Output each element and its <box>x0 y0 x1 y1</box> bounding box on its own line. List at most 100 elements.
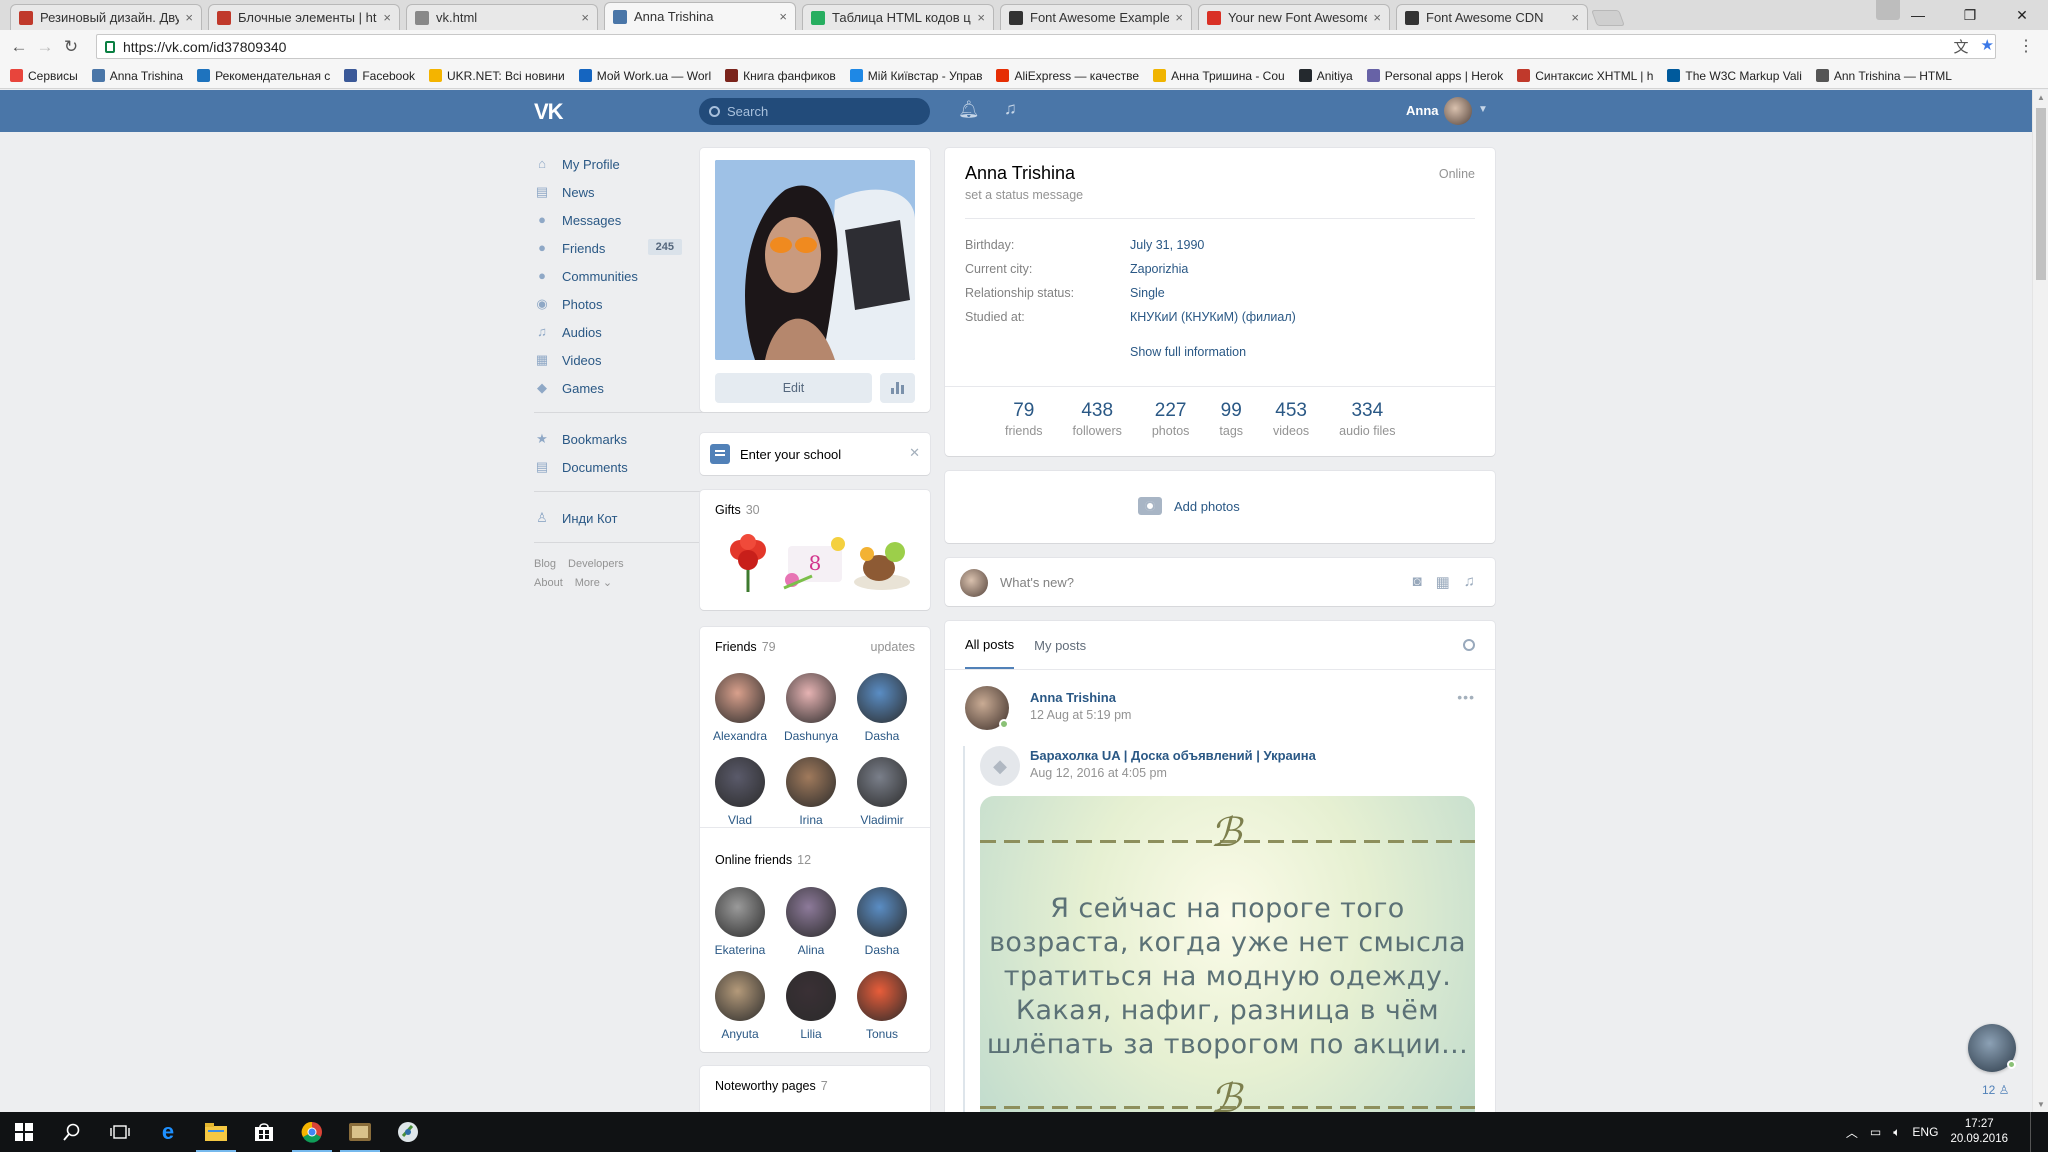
forward-button[interactable]: → <box>32 37 58 57</box>
editor-icon[interactable] <box>384 1112 432 1152</box>
info-value[interactable]: July 31, 1990 <box>1130 238 1204 252</box>
friend-item[interactable]: Anyuta <box>710 971 770 1041</box>
sidebar-item[interactable]: ★ Bookmarks <box>534 425 694 453</box>
footer-developers-link[interactable]: Developers <box>568 558 624 570</box>
stats-button[interactable] <box>880 373 915 403</box>
new-tab-button[interactable] <box>1591 10 1625 26</box>
camera-icon[interactable]: ◙ <box>1413 573 1422 591</box>
profile-counter[interactable]: 334 audio files <box>1339 400 1395 438</box>
friends-title[interactable]: Friends 79 <box>715 640 776 654</box>
app-icon[interactable] <box>336 1112 384 1152</box>
sidebar-item[interactable]: ◉ Photos <box>534 290 694 318</box>
browser-tab[interactable]: Таблица HTML кодов цв × <box>802 4 994 30</box>
footer-about-link[interactable]: About <box>534 577 563 589</box>
friends-updates-link[interactable]: updates <box>871 640 915 654</box>
more-icon[interactable]: ••• <box>1457 689 1475 705</box>
footer-blog-link[interactable]: Blog <box>534 558 556 570</box>
header-user-name[interactable]: Anna <box>1406 103 1439 118</box>
edit-profile-button[interactable]: Edit <box>715 373 872 403</box>
friend-item[interactable]: Irina <box>781 757 841 827</box>
friend-item[interactable]: Tonus <box>852 971 912 1041</box>
bookmark-item[interactable]: Рекомендательная с <box>197 69 330 83</box>
network-icon[interactable]: ▭ <box>1870 1125 1881 1139</box>
sidebar-item[interactable]: ♫ Audios <box>534 318 694 346</box>
language-indicator[interactable]: ENG <box>1912 1125 1938 1139</box>
gift-item[interactable]: 8 <box>782 530 848 596</box>
notifications-bell-icon[interactable]: 🔔︎ <box>958 100 980 120</box>
chevron-up-icon[interactable]: ︿ <box>1846 1124 1858 1141</box>
back-button[interactable]: ← <box>6 37 32 57</box>
chat-online-count[interactable]: 12 ♙ <box>1982 1083 2009 1097</box>
bookmark-star-icon[interactable]: ★ <box>1981 36 1994 57</box>
browser-tab[interactable]: Блочные элементы | htm × <box>208 4 400 30</box>
online-friends-title[interactable]: Online friends 12 <box>715 853 811 867</box>
friend-item[interactable]: Dashunya <box>781 673 841 743</box>
bookmark-item[interactable]: Personal apps | Herok <box>1366 69 1503 83</box>
sidebar-item[interactable]: ⌂ My Profile <box>534 150 694 178</box>
scroll-up-icon[interactable]: ▲ <box>2037 93 2045 102</box>
friend-item[interactable]: Alina <box>781 887 841 957</box>
windows-start-icon[interactable] <box>0 1112 48 1152</box>
friend-item[interactable]: Dasha <box>852 673 912 743</box>
browser-menu-icon[interactable]: ⋮ <box>2018 36 2034 56</box>
info-value[interactable]: КНУКиИ (КНУКиМ) (филиал) <box>1130 310 1296 324</box>
bookmark-item[interactable]: Facebook <box>344 69 415 83</box>
search-icon[interactable] <box>48 1112 96 1152</box>
scrollbar-thumb[interactable] <box>2036 108 2046 280</box>
show-full-info-link[interactable]: Show full information <box>1130 345 1246 359</box>
bookmark-item[interactable]: Anna Trishina <box>91 69 183 83</box>
bookmark-item[interactable]: Anitiya <box>1298 69 1353 83</box>
browser-tab[interactable]: Your new Font Awesome × <box>1198 4 1390 30</box>
add-photos-button[interactable]: Add photos <box>1138 497 1240 515</box>
store-icon[interactable] <box>240 1112 288 1152</box>
scroll-down-icon[interactable]: ▼ <box>2037 1100 2045 1109</box>
vk-search-input[interactable]: Search <box>699 98 930 125</box>
profile-counter[interactable]: 453 videos <box>1273 400 1309 438</box>
bookmark-item[interactable]: Мій Київстар - Управ <box>849 69 982 83</box>
friend-item[interactable]: Lilia <box>781 971 841 1041</box>
bookmark-item[interactable]: Сервисы <box>10 69 78 83</box>
volume-icon[interactable]: 🔈︎ <box>1893 1125 1900 1140</box>
video-icon[interactable]: ▦ <box>1436 573 1450 591</box>
browser-tab[interactable]: Anna Trishina × <box>604 2 796 30</box>
close-icon[interactable]: × <box>779 9 787 24</box>
school-prompt-card[interactable]: Enter your school ✕ <box>700 433 930 475</box>
close-icon[interactable]: × <box>383 10 391 25</box>
repost-date[interactable]: Aug 12, 2016 at 4:05 pm <box>1030 766 1167 780</box>
close-icon[interactable]: × <box>1571 10 1579 25</box>
header-avatar[interactable] <box>1444 97 1472 125</box>
show-desktop-button[interactable] <box>2030 1112 2036 1152</box>
tab-all-posts[interactable]: All posts <box>965 621 1015 669</box>
bookmark-item[interactable]: The W3C Markup Vali <box>1667 69 1802 83</box>
reload-button[interactable]: ↻ <box>58 37 84 57</box>
friend-item[interactable]: Ekaterina <box>710 887 770 957</box>
friend-item[interactable]: Alexandra <box>710 673 770 743</box>
post-image[interactable]: ℬ Я сейчас на пороге того возраста, когд… <box>980 796 1475 1152</box>
close-window-button[interactable]: ✕ <box>1996 0 2048 30</box>
new-post-input[interactable]: What's new? <box>1000 575 1074 590</box>
info-value[interactable]: Zaporizhia <box>1130 262 1188 276</box>
new-post-card[interactable]: What's new? ◙ ▦ ♫ <box>945 558 1495 606</box>
close-icon[interactable]: × <box>581 10 589 25</box>
post-date[interactable]: 12 Aug at 5:19 pm <box>1030 708 1131 722</box>
translate-icon[interactable]: 文 <box>1954 36 1969 57</box>
sidebar-item[interactable]: ♙ Инди Кот <box>534 504 694 532</box>
friend-item[interactable]: Vladimir <box>852 757 912 827</box>
sidebar-item[interactable]: ▤ News <box>534 178 694 206</box>
profile-counter[interactable]: 99 tags <box>1219 400 1243 438</box>
chrome-icon[interactable] <box>288 1112 336 1152</box>
footer-more-link[interactable]: More ⌄ <box>575 577 612 589</box>
restore-button[interactable]: ❐ <box>1944 0 1996 30</box>
browser-tab[interactable]: Резиновый дизайн. Дву × <box>10 4 202 30</box>
music-note-icon[interactable]: ♫ <box>1464 573 1475 591</box>
gift-item[interactable] <box>849 530 915 596</box>
browser-tab[interactable]: Font Awesome CDN × <box>1396 4 1588 30</box>
gift-item[interactable] <box>715 530 781 596</box>
bookmark-item[interactable]: AliExpress — качестве <box>996 69 1139 83</box>
close-icon[interactable]: × <box>185 10 193 25</box>
bookmark-item[interactable]: UKR.NET: Всі новини <box>429 69 565 83</box>
repost-source-link[interactable]: Барахолка UA | Доска объявлений | Украин… <box>1030 748 1316 763</box>
sidebar-item[interactable]: ▤ Documents <box>534 453 694 481</box>
sidebar-item[interactable]: ● Friends 245 <box>534 234 694 262</box>
profile-photo[interactable] <box>715 160 915 360</box>
